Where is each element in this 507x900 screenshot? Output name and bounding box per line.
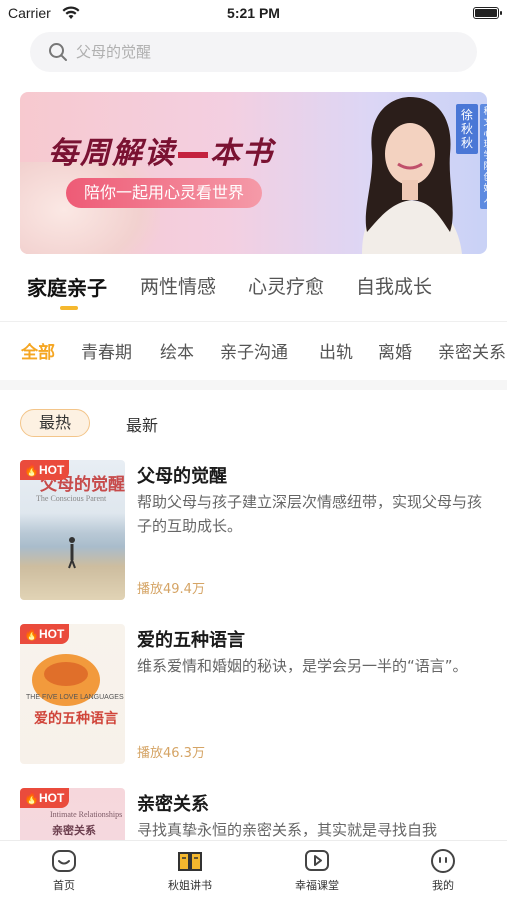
section-divider <box>0 380 507 390</box>
search-icon <box>48 42 68 66</box>
category-tabs: 家庭亲子 两性情感 心灵疗愈 自我成长 <box>0 272 507 312</box>
sort-hottest-button[interactable]: 最热 <box>20 409 90 437</box>
hot-label: HOT <box>38 791 65 805</box>
tab-family[interactable]: 家庭亲子 <box>27 272 107 301</box>
play-count: 播放46.3万 <box>137 746 205 761</box>
hot-label: HOT <box>38 463 65 477</box>
divider <box>0 321 507 322</box>
tabbar-home[interactable]: 首页 <box>14 847 114 899</box>
book-description: 寻找真挚永恒的亲密关系，其实就是寻找自我 <box>137 821 438 839</box>
book-item[interactable]: 父母的觉醒 The Conscious Parent 🔥HOT 父母的觉醒 帮助… <box>0 460 507 610</box>
tabbar-home-label: 首页 <box>53 879 75 892</box>
cover-subtitle: The Conscious Parent <box>36 494 107 503</box>
hot-label: HOT <box>38 627 65 641</box>
tab-healing[interactable]: 心灵疗愈 <box>248 272 324 299</box>
book-title: 亲密关系 <box>137 794 209 815</box>
banner-title-part1: 每周解读 <box>48 136 176 171</box>
tabbar-book-label: 秋姐讲书 <box>168 879 212 892</box>
tab-relationship[interactable]: 两性情感 <box>140 272 216 299</box>
subtab-all[interactable]: 全部 <box>21 338 55 363</box>
banner-title-part2: 本书 <box>210 136 274 171</box>
play-icon <box>305 850 329 871</box>
subtab-affair[interactable]: 出轨 <box>319 338 353 363</box>
subcategory-tabs: 全部 青春期 绘本 亲子沟通 出轨 离婚 亲密关系 <box>0 338 507 368</box>
hot-badge: 🔥HOT <box>20 460 70 480</box>
book-description: 帮助父母与孩子建立深层次情感纽带，实现父母与孩子的互助成长。 <box>137 493 483 535</box>
host-name-badge: 徐秋秋 <box>456 104 478 154</box>
battery-icon <box>473 7 502 19</box>
open-book-image <box>20 162 160 254</box>
book-title: 父母的觉醒 <box>137 466 227 487</box>
subtab-picture-book[interactable]: 绘本 <box>160 338 194 363</box>
search-bar[interactable] <box>30 32 477 72</box>
cover-subtitle: THE FIVE LOVE LANGUAGES <box>26 694 124 701</box>
banner-subtitle: 陪你一起用心灵看世界 <box>66 178 263 208</box>
tabbar-book[interactable]: 秋姐讲书 <box>140 847 240 899</box>
flame-icon: 🔥 <box>24 463 39 477</box>
flame-icon: 🔥 <box>24 791 39 805</box>
profile-icon <box>431 849 455 873</box>
bottom-tab-bar: 首页 秋姐讲书 幸福课堂 我的 <box>0 840 507 900</box>
book-item[interactable]: THE FIVE LOVE LANGUAGES 爱的五种语言 🔥HOT 爱的五种… <box>0 624 507 774</box>
play-count: 播放49.4万 <box>137 582 205 597</box>
title-dash <box>178 151 208 158</box>
tab-growth[interactable]: 自我成长 <box>356 272 432 299</box>
tabbar-course[interactable]: 幸福课堂 <box>267 847 367 899</box>
hot-badge: 🔥HOT <box>20 624 70 644</box>
promo-banner[interactable]: 每周解读本书 陪你一起用心灵看世界 徐秋秋 秋文心理学院创始人 <box>20 92 487 254</box>
home-icon <box>52 850 76 872</box>
cover-title: 亲密关系 <box>52 824 96 837</box>
clock: 5:21 PM <box>227 5 280 21</box>
hot-badge: 🔥HOT <box>20 788 70 808</box>
host-role-badge: 秋文心理学院创始人 <box>480 104 487 209</box>
tabbar-profile-label: 我的 <box>432 879 454 892</box>
book-cover: 父母的觉醒 The Conscious Parent 🔥HOT <box>20 460 125 600</box>
tabbar-profile[interactable]: 我的 <box>393 847 493 899</box>
cover-subtitle: Intimate Relationships <box>50 810 123 819</box>
flame-icon: 🔥 <box>24 627 39 641</box>
subtab-communication[interactable]: 亲子沟通 <box>220 338 288 363</box>
book-cover: THE FIVE LOVE LANGUAGES 爱的五种语言 🔥HOT <box>20 624 125 764</box>
search-input[interactable] <box>76 32 456 72</box>
sort-newest-button[interactable]: 最新 <box>126 412 158 436</box>
subtab-adolescence[interactable]: 青春期 <box>81 338 132 363</box>
status-bar: Carrier 5:21 PM <box>0 0 507 30</box>
book-title: 爱的五种语言 <box>137 630 245 651</box>
subtab-intimacy[interactable]: 亲密关系 <box>438 338 506 363</box>
subtab-divorce[interactable]: 离婚 <box>378 338 412 363</box>
cover-title: 爱的五种语言 <box>34 711 118 727</box>
active-tab-indicator <box>60 306 78 310</box>
banner-title: 每周解读 本书 <box>48 128 274 172</box>
tabbar-course-label: 幸福课堂 <box>295 879 339 892</box>
book-description: 维系爱情和婚姻的秘诀，是学会另一半的“语言”。 <box>137 657 468 675</box>
book-icon <box>178 852 202 871</box>
